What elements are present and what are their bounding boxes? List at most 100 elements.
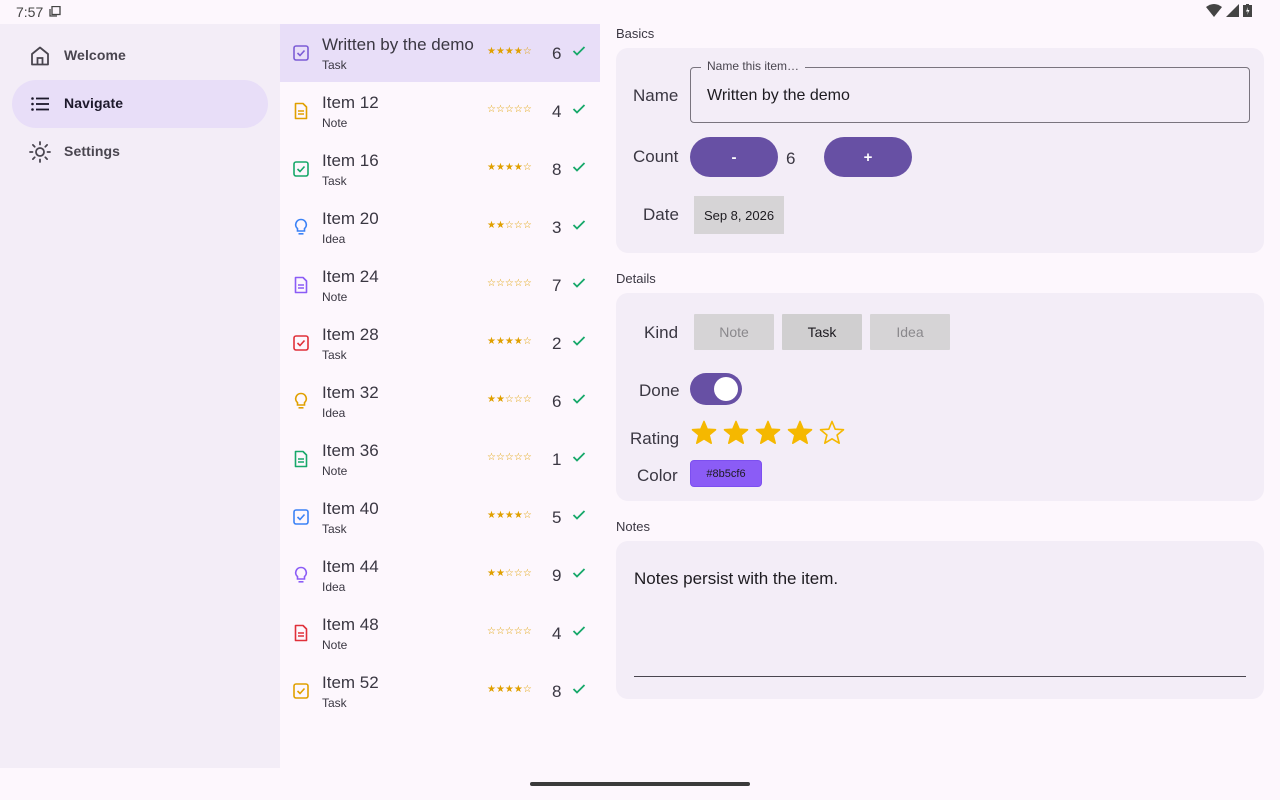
lightbulb-icon bbox=[295, 218, 307, 235]
star-filled-icon[interactable] bbox=[690, 419, 718, 447]
name-field[interactable]: Name this item… Written by the demo bbox=[690, 59, 1250, 123]
list-item-count: 5 bbox=[552, 508, 562, 527]
notes-text: Notes persist with the item. bbox=[634, 569, 839, 588]
list-item[interactable]: Item 48 Note ☆☆☆☆☆ 4 bbox=[280, 604, 600, 662]
list-item-title: Item 48 bbox=[322, 615, 379, 634]
task-check-icon bbox=[293, 683, 309, 699]
list-item-title: Item 52 bbox=[322, 673, 379, 692]
list-item-kind: Task bbox=[322, 348, 347, 362]
list-item[interactable]: Item 16 Task ★★★★☆ 8 bbox=[280, 140, 600, 198]
list-item-rating: ★★☆☆☆ bbox=[487, 394, 532, 405]
list-item-count: 6 bbox=[552, 44, 562, 63]
date-picker-button[interactable]: Sep 8, 2026 bbox=[694, 196, 784, 234]
list-item-kind: Task bbox=[322, 58, 347, 72]
lightbulb-icon bbox=[295, 566, 307, 583]
nav-label-navigate: Navigate bbox=[64, 95, 124, 111]
list-item[interactable]: Item 52 Task ★★★★☆ 8 bbox=[280, 662, 600, 720]
count-value: 6 bbox=[786, 149, 796, 168]
done-check-icon bbox=[572, 162, 586, 172]
list-item-count: 4 bbox=[552, 624, 562, 643]
kind-option-task[interactable]: Task bbox=[782, 314, 862, 350]
details-card: Kind Note Task Idea Done Rating Color #8… bbox=[616, 293, 1264, 501]
list-item-rating: ★★★★☆ bbox=[487, 336, 532, 347]
nav-item-settings[interactable]: Settings bbox=[12, 128, 268, 176]
nav-label-welcome: Welcome bbox=[64, 47, 126, 63]
list-item-rating: ★★★★☆ bbox=[487, 684, 532, 695]
task-check-icon bbox=[293, 335, 309, 351]
list-icon bbox=[31, 97, 49, 111]
list-item[interactable]: Item 40 Task ★★★★☆ 5 bbox=[280, 488, 600, 546]
list-item-title: Item 28 bbox=[322, 325, 379, 344]
list-item[interactable]: Item 24 Note ☆☆☆☆☆ 7 bbox=[280, 256, 600, 314]
done-check-icon bbox=[572, 336, 586, 346]
list-item-count: 2 bbox=[552, 334, 562, 353]
list-item[interactable]: Item 36 Note ☆☆☆☆☆ 1 bbox=[280, 430, 600, 488]
list-item-rating: ★★★★☆ bbox=[487, 162, 532, 173]
star-outline-icon[interactable] bbox=[818, 419, 846, 447]
done-check-icon bbox=[572, 626, 586, 636]
brightness-icon bbox=[29, 141, 51, 163]
name-label: Name bbox=[633, 86, 679, 105]
list-item-count: 4 bbox=[552, 102, 562, 121]
list-item-kind: Task bbox=[322, 522, 347, 536]
list-item-rating: ★★☆☆☆ bbox=[487, 220, 532, 231]
battery-icon bbox=[1243, 4, 1252, 17]
list-item-title: Item 44 bbox=[322, 557, 379, 576]
list-item-title: Item 40 bbox=[322, 499, 379, 518]
increment-button[interactable]: + bbox=[824, 137, 912, 177]
star-filled-icon[interactable] bbox=[754, 419, 782, 447]
color-swatch-button[interactable]: #8b5cf6 bbox=[690, 460, 762, 487]
notes-underline bbox=[634, 676, 1246, 677]
status-bar: 7:57 bbox=[0, 0, 1280, 24]
list-item[interactable]: Item 44 Idea ★★☆☆☆ 9 bbox=[280, 546, 600, 604]
name-field-legend: Name this item… bbox=[701, 59, 806, 73]
nav-label-settings: Settings bbox=[64, 143, 121, 159]
task-check-icon bbox=[293, 45, 309, 61]
list-item-kind: Task bbox=[322, 174, 347, 188]
nav-item-welcome[interactable]: Welcome bbox=[12, 32, 268, 80]
cell-signal-icon bbox=[1226, 4, 1239, 17]
list-item-count: 6 bbox=[552, 392, 562, 411]
color-label: Color bbox=[637, 466, 678, 485]
notes-field[interactable]: Notes persist with the item. bbox=[616, 541, 1264, 699]
list-item[interactable]: Item 20 Idea ★★☆☆☆ 3 bbox=[280, 198, 600, 256]
star-filled-icon[interactable] bbox=[722, 419, 750, 447]
wifi-icon bbox=[1206, 4, 1222, 17]
task-check-icon bbox=[293, 161, 309, 177]
done-toggle-thumb bbox=[714, 377, 738, 401]
list-item-count: 8 bbox=[552, 682, 562, 701]
basics-card: Name Name this item… Written by the demo… bbox=[616, 48, 1264, 253]
done-toggle[interactable] bbox=[690, 373, 742, 405]
list-item-count: 3 bbox=[552, 218, 562, 237]
section-label-basics: Basics bbox=[616, 26, 655, 41]
nav-item-navigate[interactable]: Navigate bbox=[12, 80, 268, 128]
list-item-title: Written by the demo bbox=[322, 35, 474, 54]
done-check-icon bbox=[572, 510, 586, 520]
list-item[interactable]: Item 32 Idea ★★☆☆☆ 6 bbox=[280, 372, 600, 430]
list-item-title: Item 36 bbox=[322, 441, 379, 460]
list-item-count: 1 bbox=[552, 450, 562, 469]
note-doc-icon bbox=[294, 102, 308, 120]
list-item[interactable]: Item 28 Task ★★★★☆ 2 bbox=[280, 314, 600, 372]
list-item-rating: ☆☆☆☆☆ bbox=[487, 278, 532, 289]
gesture-handle[interactable] bbox=[530, 782, 750, 786]
done-check-icon bbox=[572, 684, 586, 694]
list-item[interactable]: Item 12 Note ☆☆☆☆☆ 4 bbox=[280, 82, 600, 140]
lightbulb-icon bbox=[295, 392, 307, 409]
star-filled-icon[interactable] bbox=[786, 419, 814, 447]
list-item-rating: ☆☆☆☆☆ bbox=[487, 104, 532, 115]
section-label-notes: Notes bbox=[616, 519, 650, 534]
section-label-details: Details bbox=[616, 271, 656, 286]
list-item-title: Item 16 bbox=[322, 151, 379, 170]
decrement-button[interactable]: - bbox=[690, 137, 778, 177]
done-check-icon bbox=[572, 452, 586, 462]
rating-label: Rating bbox=[630, 429, 680, 448]
list-item[interactable]: Written by the demo Task ★★★★☆ 6 bbox=[280, 24, 600, 82]
list-item-title: Item 20 bbox=[322, 209, 379, 228]
name-field-value: Written by the demo bbox=[707, 87, 850, 104]
list-item-title: Item 24 bbox=[322, 267, 379, 286]
navigation-drawer: Welcome Navigate Settings bbox=[0, 24, 280, 768]
kind-label: Kind bbox=[644, 323, 679, 342]
kind-option-note[interactable]: Note bbox=[694, 314, 774, 350]
kind-option-idea[interactable]: Idea bbox=[870, 314, 950, 350]
